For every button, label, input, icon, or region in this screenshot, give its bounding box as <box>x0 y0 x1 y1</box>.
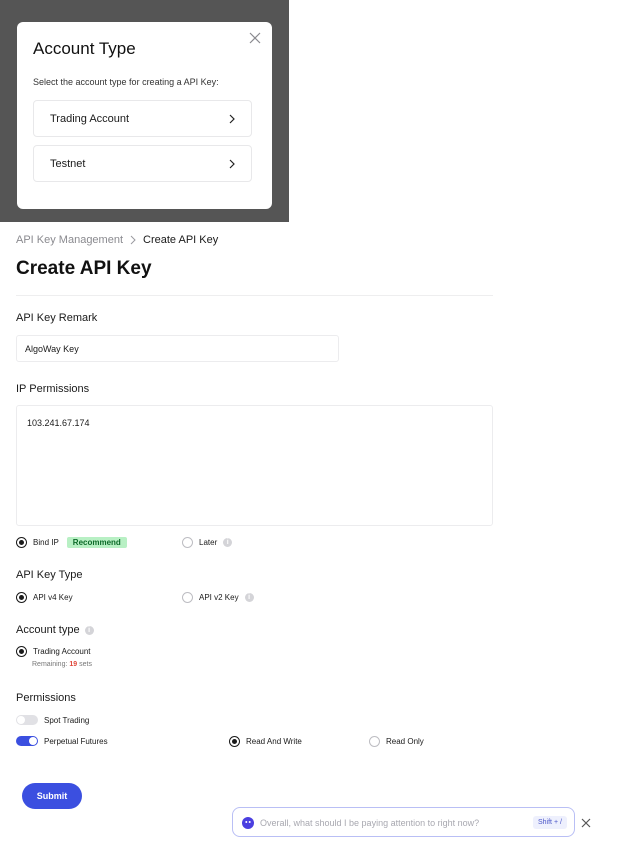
chevron-right-icon <box>229 114 235 124</box>
read-and-write-label: Read And Write <box>246 737 302 746</box>
radio-button[interactable] <box>229 736 240 747</box>
page-title: Create API Key <box>16 258 152 279</box>
trading-account-label: Trading Account <box>33 647 91 656</box>
api-key-type-label: API Key Type <box>16 569 83 581</box>
later-radio[interactable]: Later i <box>182 537 233 548</box>
spot-trading-row: Spot Trading <box>16 715 89 725</box>
remark-input[interactable] <box>16 335 339 362</box>
modal-overlay: Account Type Select the account type for… <box>0 0 289 222</box>
chevron-right-icon <box>130 235 136 245</box>
radio-button[interactable] <box>369 736 380 747</box>
close-icon[interactable] <box>581 818 591 828</box>
ip-permissions-textarea[interactable]: 103.241.67.174 <box>16 405 493 526</box>
assistant-logo-icon <box>242 817 254 829</box>
bind-ip-radio[interactable]: Bind IP Recommend <box>16 537 127 548</box>
assistant-input[interactable] <box>260 816 530 830</box>
shortcut-hint: Shift + / <box>533 816 567 829</box>
submit-button[interactable]: Submit <box>22 783 82 809</box>
dialog-title: Account Type <box>33 39 136 58</box>
info-icon: i <box>84 625 94 635</box>
radio-button[interactable] <box>16 646 27 657</box>
assistant-bar: Shift + / <box>232 807 575 837</box>
option-testnet[interactable]: Testnet <box>33 145 252 182</box>
option-label: Trading Account <box>50 113 130 125</box>
option-trading-account[interactable]: Trading Account <box>33 100 252 137</box>
radio-button[interactable] <box>182 537 193 548</box>
option-label: Testnet <box>50 158 86 170</box>
remaining-prefix: Remaining: <box>32 661 68 668</box>
radio-button[interactable] <box>182 592 193 603</box>
read-and-write-radio[interactable]: Read And Write <box>229 736 302 747</box>
api-v2-label: API v2 Key <box>199 593 239 602</box>
chevron-right-icon <box>229 159 235 169</box>
bind-ip-label: Bind IP <box>33 538 59 547</box>
remark-label: API Key Remark <box>16 312 98 324</box>
api-v2-radio[interactable]: API v2 Key i <box>182 592 254 603</box>
later-label: Later <box>199 538 218 547</box>
breadcrumb: API Key Management Create API Key <box>16 234 218 246</box>
spot-trading-label: Spot Trading <box>44 715 90 725</box>
api-v4-label: API v4 Key <box>33 593 73 602</box>
recommend-badge: Recommend <box>66 537 127 548</box>
permissions-label: Permissions <box>16 692 76 704</box>
dialog-description: Select the account type for creating a A… <box>33 77 219 87</box>
trading-account-radio[interactable]: Trading Account <box>16 646 91 657</box>
ip-permissions-label: IP Permissions <box>16 383 90 395</box>
remaining-count: 19 <box>69 661 78 668</box>
divider <box>16 295 493 296</box>
radio-button[interactable] <box>16 537 27 548</box>
account-type-section: Account type i <box>16 624 94 636</box>
breadcrumb-api-key-management[interactable]: API Key Management <box>16 234 123 246</box>
close-icon[interactable] <box>248 31 262 45</box>
perpetual-futures-toggle[interactable] <box>16 736 38 746</box>
info-icon: i <box>223 538 233 547</box>
read-only-label: Read Only <box>386 737 424 746</box>
perpetual-futures-row: Perpetual Futures <box>16 736 108 746</box>
perpetual-futures-label: Perpetual Futures <box>44 736 108 746</box>
remaining-sets: Remaining: 19 sets <box>32 661 92 668</box>
api-v4-radio[interactable]: API v4 Key <box>16 592 73 603</box>
info-icon: i <box>244 593 254 602</box>
breadcrumb-current: Create API Key <box>143 234 219 246</box>
read-only-radio[interactable]: Read Only <box>369 736 424 747</box>
remaining-suffix: sets <box>79 661 92 668</box>
account-type-dialog: Account Type Select the account type for… <box>17 22 272 209</box>
spot-trading-toggle[interactable] <box>16 715 38 725</box>
radio-button[interactable] <box>16 592 27 603</box>
account-type-label: Account type <box>16 624 80 636</box>
